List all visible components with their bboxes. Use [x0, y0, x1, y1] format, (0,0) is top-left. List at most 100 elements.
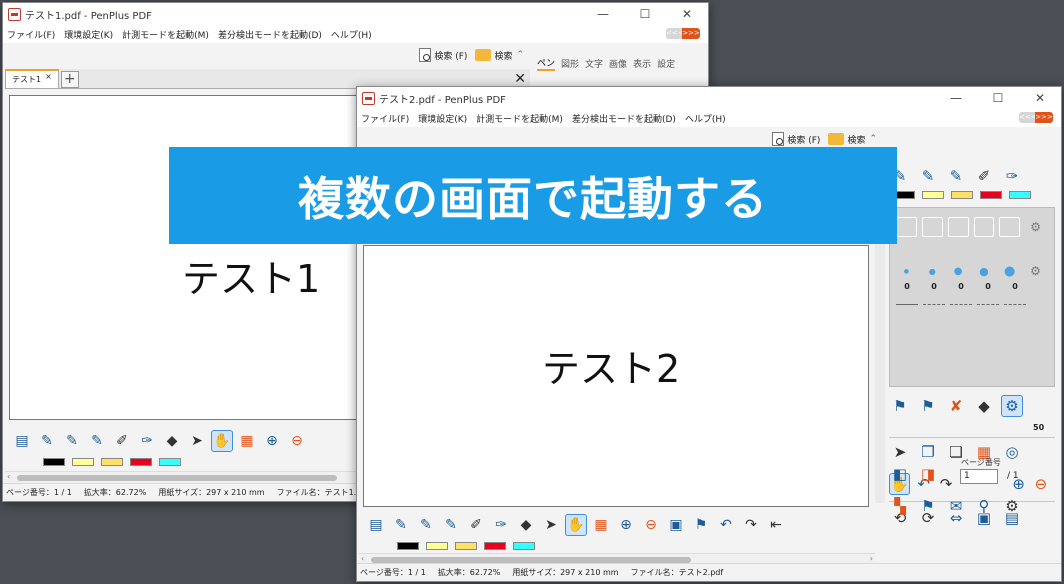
add-tab-button[interactable]: +: [60, 71, 79, 88]
eraser-icon[interactable]: ◆: [161, 430, 183, 452]
custom-color-slot[interactable]: [999, 217, 1021, 237]
comment-icon[interactable]: ✉: [945, 495, 967, 517]
swatch-cyan[interactable]: [513, 542, 535, 550]
panel-swatch-light-yellow[interactable]: [922, 191, 944, 199]
menu-file[interactable]: ファイル(F): [361, 112, 409, 125]
stroke-dot[interactable]: ●: [973, 265, 994, 278]
zoom-in-icon[interactable]: ⊕: [261, 430, 283, 452]
tab-text[interactable]: 文字: [585, 57, 603, 70]
menu-settings[interactable]: 環境設定(K): [64, 28, 113, 41]
document-canvas[interactable]: テスト1: [9, 95, 359, 420]
scroll-left-icon[interactable]: ‹: [7, 472, 10, 481]
close-button[interactable]: ✕: [1019, 91, 1061, 105]
swatch-light-yellow[interactable]: [72, 458, 94, 466]
search-button[interactable]: 検索 (F): [419, 48, 467, 62]
eraser-icon[interactable]: ◆: [973, 395, 995, 417]
swatch-yellow-pattern[interactable]: [455, 542, 477, 550]
custom-color-slot[interactable]: [896, 217, 917, 237]
close-document-icon[interactable]: ✕: [514, 71, 526, 87]
panel-swatch-cyan[interactable]: [1009, 191, 1031, 199]
menu-diff-mode[interactable]: 差分検出モードを起動(D): [572, 112, 676, 125]
menu-measure-mode[interactable]: 計測モードを起動(M): [122, 28, 209, 41]
line-style-dashed[interactable]: [977, 304, 999, 305]
redo-icon[interactable]: ↷: [740, 514, 762, 536]
page-number-input[interactable]: 1: [960, 469, 998, 484]
tab-shape[interactable]: 図形: [561, 57, 579, 70]
swatch-black[interactable]: [397, 542, 419, 550]
menu-measure-mode[interactable]: 計測モードを起動(M): [476, 112, 563, 125]
scroll-right-icon[interactable]: ›: [870, 554, 873, 563]
folder-search-button[interactable]: 検索: [475, 49, 512, 62]
stroke-dot[interactable]: ●: [999, 264, 1020, 279]
expand-right-badge[interactable]: >>>: [1035, 112, 1053, 123]
menu-diff-mode[interactable]: 差分検出モードを起動(D): [218, 28, 322, 41]
zoom-out-icon[interactable]: ⊖: [286, 430, 308, 452]
swatch-light-yellow[interactable]: [426, 542, 448, 550]
custom-color-slot[interactable]: [921, 217, 943, 237]
target-icon[interactable]: ◎: [1001, 441, 1023, 463]
bookmark-icon[interactable]: ⚑: [917, 395, 939, 417]
collapse-left-badge[interactable]: <<<: [666, 28, 684, 39]
settings-gear-icon[interactable]: ⚙: [1001, 395, 1023, 417]
line-style-dashed[interactable]: [1004, 304, 1026, 305]
minimize-button[interactable]: —: [582, 7, 624, 21]
collapse-chevron-icon[interactable]: ⌃: [516, 50, 524, 60]
minimize-button[interactable]: —: [935, 91, 977, 105]
copy-icon[interactable]: ❐: [917, 441, 939, 463]
gear-icon[interactable]: ⚙: [1025, 216, 1046, 238]
cursor-icon[interactable]: ➤: [540, 514, 562, 536]
maximize-button[interactable]: ☐: [624, 7, 666, 21]
tab-settings[interactable]: 設定: [657, 57, 675, 70]
thumbnail-icon[interactable]: ▚: [889, 495, 911, 517]
custom-color-slot[interactable]: [947, 217, 969, 237]
collapse-chevron-icon[interactable]: ⌃: [869, 134, 877, 144]
menu-settings[interactable]: 環境設定(K): [418, 112, 467, 125]
tab-image[interactable]: 画像: [609, 57, 627, 70]
stroke-dot[interactable]: ●: [948, 266, 969, 277]
tab-view[interactable]: 表示: [633, 57, 651, 70]
highlighter-icon[interactable]: ✑: [136, 430, 158, 452]
close-button[interactable]: ✕: [666, 7, 708, 21]
menu-help[interactable]: ヘルプ(H): [685, 112, 726, 125]
print-icon[interactable]: ▤: [11, 430, 33, 452]
custom-color-slot[interactable]: [973, 217, 995, 237]
prev-page-icon[interactable]: ◧: [889, 463, 911, 485]
search-icon[interactable]: ⚲: [973, 495, 995, 517]
eraser-icon[interactable]: ◆: [515, 514, 537, 536]
cursor-icon[interactable]: ➤: [186, 430, 208, 452]
line-style-dashed[interactable]: [950, 304, 972, 305]
first-page-icon[interactable]: ⇤: [765, 514, 787, 536]
brush-icon[interactable]: ✐: [111, 430, 133, 452]
swatch-red[interactable]: [130, 458, 152, 466]
highlighter-icon[interactable]: ✑: [490, 514, 512, 536]
scroll-left-icon[interactable]: ‹: [361, 554, 364, 563]
pen2-icon[interactable]: ✎: [415, 514, 437, 536]
pen1-icon[interactable]: ✎: [390, 514, 412, 536]
brush-icon[interactable]: ✐: [465, 514, 487, 536]
pen2-icon[interactable]: ✎: [61, 430, 83, 452]
stroke-dot[interactable]: ●: [896, 268, 917, 275]
panel-swatch-red[interactable]: [980, 191, 1002, 199]
search-button[interactable]: 検索 (F): [772, 132, 820, 146]
bookmark-list-icon[interactable]: ⚑: [917, 495, 939, 517]
zoom-out-icon[interactable]: ⊖: [640, 514, 662, 536]
swatch-red[interactable]: [484, 542, 506, 550]
horizontal-scrollbar[interactable]: ‹: [5, 471, 357, 483]
swatch-black[interactable]: [43, 458, 65, 466]
scroll-thumb[interactable]: [17, 475, 337, 481]
select-area-icon[interactable]: ▦: [590, 514, 612, 536]
swatch-yellow-pattern[interactable]: [101, 458, 123, 466]
hand-icon[interactable]: ✋: [211, 430, 233, 452]
print-icon[interactable]: ▤: [365, 514, 387, 536]
zoom-in-icon[interactable]: ⊕: [615, 514, 637, 536]
select-area-icon[interactable]: ▦: [236, 430, 258, 452]
tab-pen[interactable]: ペン: [537, 56, 556, 71]
expand-right-badge[interactable]: >>>: [682, 28, 700, 39]
gear-icon[interactable]: ⚙: [1001, 495, 1023, 517]
line-style-dashed[interactable]: [923, 304, 945, 305]
titlebar[interactable]: テスト2.pdf - PenPlus PDF — ☐ ✕: [357, 87, 1061, 109]
swatch-cyan[interactable]: [159, 458, 181, 466]
stroke-dot[interactable]: ●: [922, 267, 943, 276]
fit-page-icon[interactable]: ▣: [665, 514, 687, 536]
menu-file[interactable]: ファイル(F): [7, 28, 55, 41]
